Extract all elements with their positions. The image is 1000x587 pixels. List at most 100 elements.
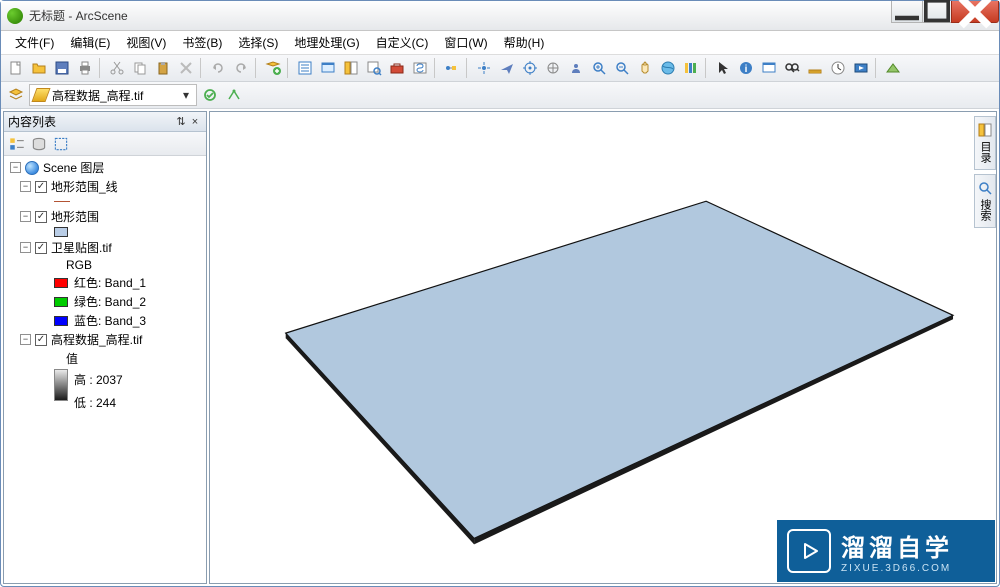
collapse-icon[interactable]: − <box>20 181 31 192</box>
scene-plane <box>210 112 996 583</box>
zoom-out-icon[interactable] <box>611 57 633 79</box>
menu-select[interactable]: 选择(S) <box>230 32 286 53</box>
cut-icon[interactable] <box>106 57 128 79</box>
checkbox-checked-icon[interactable]: ✓ <box>35 181 47 193</box>
app-icon <box>7 8 23 24</box>
tree-layer-dem[interactable]: − ✓ 高程数据_高程.tif <box>6 330 204 349</box>
dock-tab-search[interactable]: 搜索 <box>974 174 996 228</box>
badge-title: 溜溜自学 <box>841 528 953 563</box>
window-title: 无标题 - ArcScene <box>29 7 128 24</box>
refresh-icon[interactable] <box>680 57 702 79</box>
list-by-drawing-order-icon[interactable] <box>8 135 26 153</box>
tree-sym-poly[interactable] <box>6 226 204 238</box>
checkbox-checked-icon[interactable]: ✓ <box>35 211 47 223</box>
minimize-button[interactable] <box>891 1 923 23</box>
tree-label: RGB <box>66 258 92 272</box>
navigate-icon[interactable] <box>473 57 495 79</box>
pin-icon[interactable]: ⇅ <box>174 115 188 129</box>
search-icon[interactable] <box>363 57 385 79</box>
layer-dd-icon <box>31 88 50 102</box>
pan-icon[interactable] <box>634 57 656 79</box>
menu-geoprocessing[interactable]: 地理处理(G) <box>286 32 367 53</box>
python-icon[interactable] <box>409 57 431 79</box>
menu-window[interactable]: 窗口(W) <box>436 32 495 53</box>
tree-label: 绿色: Band_2 <box>74 293 146 310</box>
georef-update-icon[interactable] <box>199 84 221 106</box>
layer-dd-text: 高程数据_高程.tif <box>52 87 178 104</box>
menu-help[interactable]: 帮助(H) <box>496 32 553 53</box>
menu-view[interactable]: 视图(V) <box>118 32 174 53</box>
modelbuilder-icon[interactable] <box>441 57 463 79</box>
add-data-icon[interactable] <box>262 57 284 79</box>
watermark-badge: 溜溜自学 ZIXUE.3D66.COM <box>777 520 995 582</box>
search-tab-icon <box>978 181 992 195</box>
center-icon[interactable] <box>519 57 541 79</box>
paste-icon[interactable] <box>152 57 174 79</box>
list-by-source-icon[interactable] <box>30 135 48 153</box>
checkbox-checked-icon[interactable]: ✓ <box>35 242 47 254</box>
toc-icon[interactable] <box>294 57 316 79</box>
tree-label: 蓝色: Band_3 <box>74 312 146 329</box>
open-icon[interactable] <box>28 57 50 79</box>
layer-icon[interactable] <box>5 84 27 106</box>
list-by-selection-icon[interactable] <box>52 135 70 153</box>
menu-bookmark[interactable]: 书签(B) <box>174 32 230 53</box>
undo-icon[interactable] <box>207 57 229 79</box>
target-icon[interactable] <box>542 57 564 79</box>
tree-sat-band-r[interactable]: 红色: Band_1 <box>6 273 204 292</box>
line-symbol-icon <box>54 201 70 202</box>
titlebar: 无标题 - ArcScene <box>1 1 999 31</box>
main-area: 内容列表 ⇅ × − Scene 图层 − ✓ 地形范围_线 <box>1 109 999 586</box>
collapse-icon[interactable]: − <box>10 162 21 173</box>
tree-sat-band-b[interactable]: 蓝色: Band_3 <box>6 311 204 330</box>
toolbox-icon[interactable] <box>386 57 408 79</box>
animation-icon[interactable] <box>850 57 872 79</box>
copy-icon[interactable] <box>129 57 151 79</box>
select-icon[interactable] <box>712 57 734 79</box>
dock-tab-catalog[interactable]: 目录 <box>974 116 996 170</box>
dock-tab-catalog-label: 目录 <box>977 141 993 163</box>
checkbox-checked-icon[interactable]: ✓ <box>35 334 47 346</box>
tree-layer-sat[interactable]: − ✓ 卫星贴图.tif <box>6 238 204 257</box>
new-icon[interactable] <box>5 57 27 79</box>
html-popup-icon[interactable] <box>758 57 780 79</box>
delete-icon[interactable] <box>175 57 197 79</box>
toc-tree[interactable]: − Scene 图层 − ✓ 地形范围_线 − ✓ 地形范围 <box>4 156 206 583</box>
collapse-icon[interactable]: − <box>20 334 31 345</box>
viewer-icon[interactable] <box>317 57 339 79</box>
close-button[interactable] <box>951 1 999 23</box>
print-icon[interactable] <box>74 57 96 79</box>
tree-sym-line[interactable] <box>6 196 204 207</box>
save-icon[interactable] <box>51 57 73 79</box>
tree-label: 地形范围 <box>51 208 99 225</box>
layer-dropdown[interactable]: 高程数据_高程.tif ▾ <box>29 84 197 106</box>
close-icon[interactable]: × <box>188 115 202 129</box>
georef-rectify-icon[interactable] <box>223 84 245 106</box>
georef-icon[interactable] <box>882 57 904 79</box>
identify-icon[interactable]: i <box>735 57 757 79</box>
fly-icon[interactable] <box>496 57 518 79</box>
full-extent-icon[interactable] <box>657 57 679 79</box>
tree-layer-poly[interactable]: − ✓ 地形范围 <box>6 207 204 226</box>
redo-icon[interactable] <box>230 57 252 79</box>
tree-root[interactable]: − Scene 图层 <box>6 158 204 177</box>
toc-panel: 内容列表 ⇅ × − Scene 图层 − ✓ 地形范围_线 <box>3 111 207 584</box>
catalog-icon[interactable] <box>340 57 362 79</box>
zoom-in-icon[interactable] <box>588 57 610 79</box>
collapse-icon[interactable]: − <box>20 242 31 253</box>
maximize-button[interactable] <box>922 1 952 23</box>
measure-icon[interactable] <box>804 57 826 79</box>
tree-layer-line[interactable]: − ✓ 地形范围_线 <box>6 177 204 196</box>
menu-file[interactable]: 文件(F) <box>7 32 62 53</box>
tree-sat-band-g[interactable]: 绿色: Band_2 <box>6 292 204 311</box>
tree-sat-rgb: RGB <box>6 257 204 273</box>
toc-header[interactable]: 内容列表 ⇅ × <box>4 112 206 132</box>
menu-customize[interactable]: 自定义(C) <box>368 32 437 53</box>
observer-icon[interactable] <box>565 57 587 79</box>
menu-edit[interactable]: 编辑(E) <box>62 32 118 53</box>
collapse-icon[interactable]: − <box>20 211 31 222</box>
time-icon[interactable] <box>827 57 849 79</box>
scene-viewport[interactable] <box>209 111 997 584</box>
find-icon[interactable] <box>781 57 803 79</box>
tree-label: 高程数据_高程.tif <box>51 331 142 348</box>
